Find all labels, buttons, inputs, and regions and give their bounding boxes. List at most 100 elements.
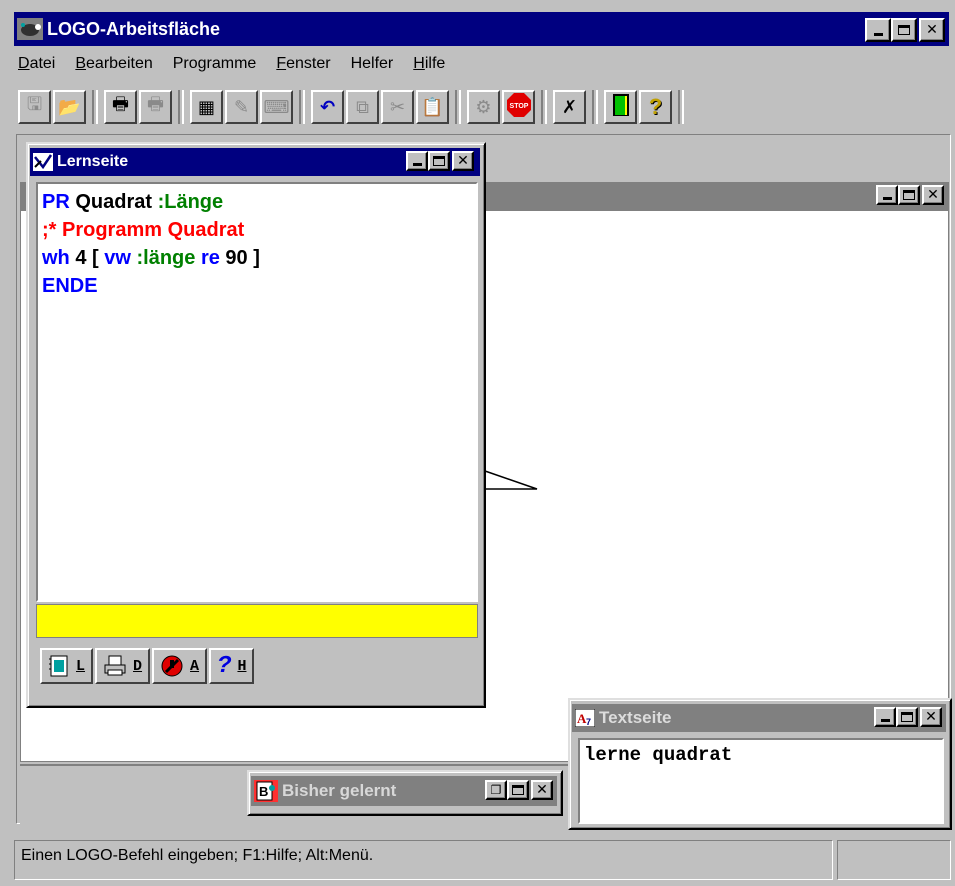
copy-icon: ⧉ (356, 96, 369, 117)
code-token: Quadrat (75, 191, 158, 213)
turtle-tool-icon: ⚙ (475, 96, 492, 117)
textseite-close-button[interactable]: ✕ (920, 707, 942, 727)
new-window-button[interactable]: ▦ (190, 90, 223, 124)
svg-text:STOP: STOP (509, 103, 528, 110)
edit-page-icon: ✎ (233, 96, 250, 117)
menu-bearbeiten[interactable]: Bearbeiten (75, 55, 152, 73)
lernseite-titlebar[interactable]: Lernseite ✕ (30, 148, 480, 176)
code-token: wh (42, 247, 76, 269)
maximize-icon (901, 712, 913, 722)
clear-page-button[interactable]: ✗ (553, 90, 586, 124)
cut-icon: ✂ (389, 96, 406, 117)
open-folder-button[interactable]: 📂 (53, 90, 86, 124)
paste-icon: 📋 (421, 96, 444, 117)
menu-programme[interactable]: Programme (173, 55, 257, 73)
close-icon: ✕ (457, 153, 469, 169)
lernseite-maximize-button[interactable] (428, 151, 450, 171)
toolbar-separator (178, 90, 184, 124)
bisher-close-button[interactable]: ✕ (531, 780, 553, 800)
turtle-tool-button[interactable]: ⚙ (467, 90, 500, 124)
undo-icon: ↶ (319, 96, 336, 117)
exit-door-icon (611, 93, 631, 122)
cut-button[interactable]: ✂ (381, 90, 414, 124)
status-text: Einen LOGO-Befehl eingeben; F1:Hilfe; Al… (21, 847, 374, 864)
maximize-icon (903, 190, 915, 200)
status-side-panel (837, 840, 951, 880)
menu-hilfe[interactable]: Hilfe (413, 55, 445, 73)
app-titlebar[interactable]: LOGO-Arbeitsfläche ✕ (14, 12, 949, 46)
textseite-content: lerne quadrat (584, 744, 733, 766)
lernseite-window[interactable]: Lernseite ✕ PR Quadrat :Länge ;* Programm… (26, 142, 486, 708)
stop-button[interactable]: STOP (502, 90, 535, 124)
button-key-label: A (190, 657, 200, 675)
keyboard-button[interactable]: ⌨ (260, 90, 293, 124)
turtle-cursor-icon (484, 469, 538, 490)
menu-fenster[interactable]: Fenster (276, 55, 330, 73)
lernseite-title: Lernseite (57, 153, 129, 170)
code-token: re (200, 247, 226, 269)
toolbar-separator (592, 90, 598, 124)
close-icon: ✕ (925, 709, 937, 725)
drawing-close-button[interactable]: ✕ (922, 185, 944, 205)
drawing-minimize-button[interactable] (876, 185, 898, 205)
paste-button[interactable]: 📋 (416, 90, 449, 124)
lernseite-close-button[interactable]: ✕ (452, 151, 474, 171)
textseite-editor[interactable]: lerne quadrat (578, 738, 944, 824)
maximize-icon (898, 25, 910, 35)
textseite-maximize-button[interactable] (896, 707, 918, 727)
lernseite-button-h[interactable]: ? H (209, 648, 255, 684)
minimize-icon (873, 32, 883, 36)
print-preview-button[interactable]: 🖶 (139, 90, 172, 124)
lernseite-editor[interactable]: PR Quadrat :Länge ;* Programm Quadrat wh 4… (36, 182, 478, 602)
minimize-icon (882, 196, 892, 200)
button-key-label: H (237, 657, 247, 675)
code-line: ENDE (42, 272, 472, 300)
exit-door-button[interactable] (604, 90, 637, 124)
toolbar-separator (92, 90, 98, 124)
lernseite-icon (33, 153, 53, 171)
toolbar-separator (678, 90, 684, 124)
menu-helfer[interactable]: Helfer (351, 55, 394, 73)
textseite-window[interactable]: A7 Textseite ✕ lerne quadrat (568, 698, 952, 830)
print-button[interactable]: 🖶 (104, 90, 137, 124)
lernseite-button-d[interactable]: D (95, 648, 151, 684)
button-key-label: L (76, 657, 86, 675)
drawing-maximize-button[interactable] (898, 185, 920, 205)
undo-button[interactable]: ↶ (311, 90, 344, 124)
bisher-gelernt-icon: B (254, 780, 278, 802)
help-question-button[interactable]: ? (639, 90, 672, 124)
code-line: PR Quadrat :Länge (42, 188, 472, 216)
restore-icon: ❐ (490, 783, 502, 797)
textseite-minimize-button[interactable] (874, 707, 896, 727)
maximize-button[interactable] (891, 18, 917, 42)
stop-icon: STOP (506, 92, 532, 123)
svg-text:7: 7 (586, 717, 591, 727)
bisher-gelernt-window[interactable]: B Bisher gelernt ❐ ✕ (247, 770, 563, 816)
bisher-restore-button[interactable]: ❐ (485, 780, 507, 800)
bisher-gelernt-title: Bisher gelernt (282, 781, 397, 800)
textseite-title: Textseite (599, 708, 672, 727)
lernseite-minimize-button[interactable] (406, 151, 428, 171)
bisher-maximize-button[interactable] (507, 780, 529, 800)
close-button[interactable]: ✕ (919, 18, 945, 42)
maximize-icon (512, 785, 524, 795)
copy-button[interactable]: ⧉ (346, 90, 379, 124)
textseite-titlebar[interactable]: A7 Textseite ✕ (572, 704, 946, 732)
code-token: ENDE (42, 275, 98, 297)
bisher-gelernt-titlebar[interactable]: B Bisher gelernt ❐ ✕ (251, 776, 557, 806)
printer-icon (103, 655, 127, 677)
menu-datei[interactable]: Datei (18, 55, 55, 73)
print-icon: 🖶 (112, 94, 129, 114)
minimize-button[interactable] (865, 18, 891, 42)
help-question-icon: ? (648, 94, 663, 119)
lernseite-button-l[interactable]: L (40, 648, 94, 684)
svg-text:B: B (259, 784, 268, 799)
lernseite-status-field (36, 604, 478, 638)
button-key-label: D (133, 657, 143, 675)
edit-page-button[interactable]: ✎ (225, 90, 258, 124)
close-icon: ✕ (536, 782, 548, 798)
code-token: ;* Programm Quadrat (42, 219, 245, 241)
lernseite-button-a[interactable]: A (152, 648, 208, 684)
save-button[interactable]: 🖫 (18, 90, 51, 124)
minimize-icon (412, 162, 422, 166)
